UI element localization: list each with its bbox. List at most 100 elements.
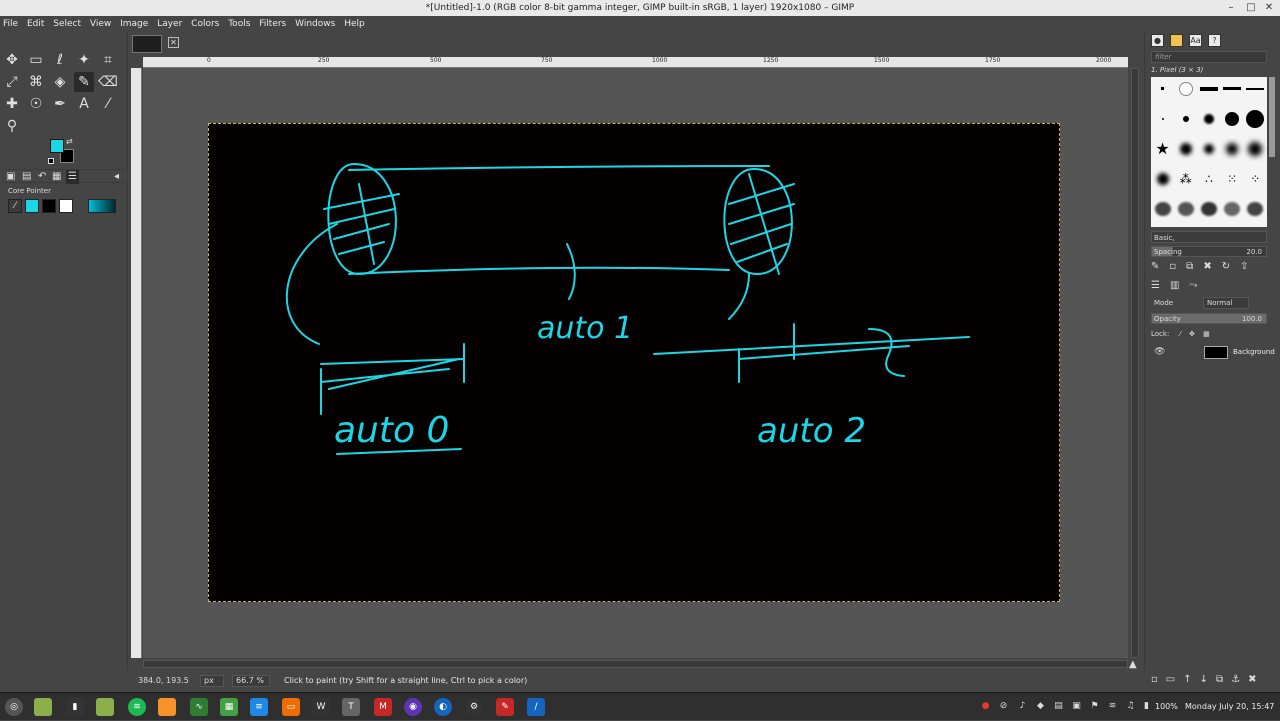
brush-item[interactable]: ★ (1151, 137, 1174, 160)
brush-item[interactable]: ⁂ (1174, 167, 1197, 190)
brush-spacing-slider[interactable]: Spacing 20.0 (1151, 246, 1267, 257)
terminal-icon[interactable]: ▮ (66, 698, 84, 716)
move-tool-icon[interactable]: ✥ (2, 50, 22, 70)
vpn-icon[interactable]: ⊘ (998, 701, 1009, 712)
brush-item[interactable] (1174, 77, 1197, 100)
app-w-icon[interactable]: W (312, 698, 330, 716)
brush-filter-input[interactable]: filter (1151, 51, 1267, 63)
brush-item[interactable]: ⁙ (1221, 167, 1244, 190)
delete-layer-icon[interactable]: ✖ (1248, 674, 1256, 688)
obs-icon[interactable]: ◉ (404, 698, 422, 716)
flag-icon[interactable]: ⚑ (1089, 701, 1100, 712)
menu-filters[interactable]: Filters (256, 16, 289, 32)
show-desktop-icon[interactable] (34, 698, 52, 716)
image-canvas[interactable]: auto 0 auto 1 auto 2 (208, 123, 1060, 602)
canvas-viewport[interactable]: auto 0 auto 1 auto 2 (143, 68, 1128, 658)
lock-alpha-icon[interactable]: ▦ (1203, 330, 1210, 338)
crop-icon[interactable]: ⌗ (98, 50, 118, 70)
channels-tab-icon[interactable]: ▥ (1170, 280, 1179, 291)
bucket-fill-icon[interactable]: ◈ (50, 72, 70, 92)
menu-edit[interactable]: Edit (24, 16, 47, 32)
path-icon[interactable]: ✒ (50, 94, 70, 114)
warp-icon[interactable]: ⌘ (26, 72, 46, 92)
brush-item[interactable] (1221, 77, 1244, 100)
brush-item[interactable] (1244, 197, 1267, 220)
zoom-select[interactable]: 66.7 % (232, 675, 270, 687)
lock-position-icon[interactable]: ✥ (1189, 330, 1195, 338)
brush-item[interactable] (1244, 137, 1267, 160)
brush-item[interactable]: ⁘ (1244, 167, 1267, 190)
stats-icon[interactable]: / (527, 698, 545, 716)
text-icon[interactable]: A (74, 94, 94, 114)
audio-icon[interactable]: ♪ (1017, 701, 1028, 712)
record-icon[interactable]: ● (980, 701, 991, 712)
image-tab-close-icon[interactable]: ✕ (168, 37, 179, 48)
tool-options-tab-icon[interactable]: ▣ (6, 170, 15, 184)
tex-icon[interactable]: T (342, 698, 360, 716)
menu-view[interactable]: View (87, 16, 114, 32)
start-menu-icon[interactable]: ◎ (5, 698, 23, 716)
brush-item[interactable] (1244, 77, 1267, 100)
clock[interactable]: Monday July 20, 15:47 (1185, 693, 1274, 721)
network-icon[interactable]: ▣ (1071, 701, 1082, 712)
brush-item[interactable] (1151, 107, 1174, 130)
fonts-tab-icon[interactable]: Aa (1189, 34, 1202, 47)
brush-item[interactable] (1197, 77, 1220, 100)
brush-item[interactable] (1174, 137, 1197, 160)
brushes-tab-icon[interactable]: ● (1151, 34, 1164, 47)
foreground-color-swatch[interactable] (50, 139, 64, 153)
brush-item[interactable] (1221, 197, 1244, 220)
files-icon[interactable] (96, 698, 114, 716)
layers-tab-icon[interactable]: ☰ (1151, 280, 1160, 291)
fg-color-icon[interactable] (25, 199, 39, 213)
lower-layer-icon[interactable]: ↓ (1200, 674, 1208, 688)
smudge-icon[interactable]: ☉ (26, 94, 46, 114)
settings-icon[interactable]: ⚙ (465, 698, 483, 716)
document-history-tab-icon[interactable]: ? (1208, 34, 1221, 47)
image-tab-thumbnail[interactable] (132, 35, 162, 53)
bg-color-icon[interactable] (42, 199, 56, 213)
brush-item[interactable]: ∴ (1197, 167, 1220, 190)
brush-item[interactable] (1197, 137, 1220, 160)
layer-opacity-slider[interactable]: Opacity 100.0 (1151, 313, 1267, 324)
brush-grid-scrollbar[interactable] (1269, 77, 1275, 157)
brush-item[interactable] (1221, 137, 1244, 160)
refresh-brushes-icon[interactable]: ↻ (1222, 261, 1230, 275)
eye-icon[interactable]: 👁 (1154, 344, 1165, 360)
device-status-tab-icon[interactable]: ▤ (22, 170, 31, 184)
mendeley-icon[interactable]: M (374, 698, 392, 716)
vertical-scrollbar[interactable] (1131, 68, 1139, 658)
brush-item[interactable] (1244, 107, 1267, 130)
unit-select[interactable]: px (200, 675, 224, 687)
fuzzy-select-icon[interactable]: ✦ (74, 50, 94, 70)
wifi-icon[interactable]: ≋ (1107, 701, 1118, 712)
menu-image[interactable]: Image (117, 16, 151, 32)
spreadsheet-icon[interactable]: ▦ (220, 698, 238, 716)
heal-icon[interactable]: ✚ (2, 94, 22, 114)
presentation-icon[interactable]: ▭ (282, 698, 300, 716)
menu-help[interactable]: Help (341, 16, 368, 32)
dock-active-tab-icon[interactable]: ☰ (66, 170, 79, 184)
lasso-icon[interactable]: ℓ (50, 50, 70, 70)
brush-grid[interactable]: ★ ⁂ ∴ ⁙ ⁘ (1151, 77, 1267, 227)
brush-item[interactable] (1151, 167, 1174, 190)
reset-colors-icon[interactable] (48, 158, 54, 164)
paths-tab-icon[interactable]: ⤳ (1189, 280, 1197, 291)
duplicate-brush-icon[interactable]: ⧉ (1186, 261, 1193, 275)
navigate-icon[interactable]: ▲ (1129, 659, 1137, 670)
rect-select-icon[interactable]: ▭ (26, 50, 46, 70)
undo-history-tab-icon[interactable]: ↶ (38, 170, 46, 184)
brush-item[interactable] (1151, 197, 1174, 220)
spotify-icon[interactable]: ≋ (128, 698, 146, 716)
zoom-icon[interactable]: ⚲ (2, 116, 22, 136)
minimize-button[interactable]: – (1224, 0, 1238, 16)
brush-item[interactable] (1197, 197, 1220, 220)
anchor-layer-icon[interactable]: ⚓ (1231, 674, 1240, 688)
transform-icon[interactable]: ⤢ (2, 72, 22, 92)
layer-name[interactable]: Background (1233, 344, 1275, 360)
open-brush-icon[interactable]: ⇪ (1240, 261, 1248, 275)
horizontal-scrollbar[interactable] (143, 660, 1128, 668)
menu-tools[interactable]: Tools (225, 16, 253, 32)
system-monitor-icon[interactable]: ∿ (190, 698, 208, 716)
delete-brush-icon[interactable]: ✖ (1203, 261, 1211, 275)
